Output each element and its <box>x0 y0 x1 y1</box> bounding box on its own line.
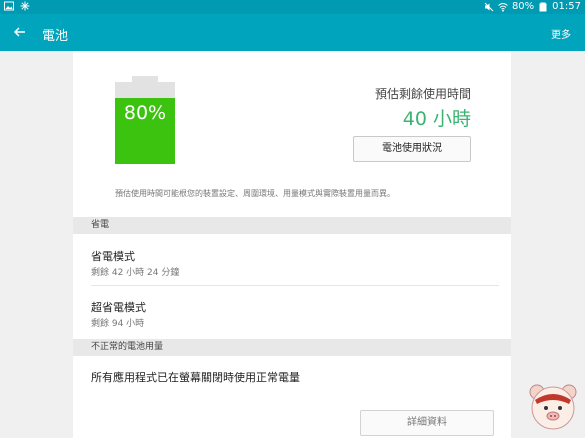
status-bar: 80% 01:57 <box>0 0 585 14</box>
abnormal-usage-header: 不正常的電池用量 <box>73 339 511 356</box>
power-saving-header: 省電 <box>73 217 511 234</box>
clock: 01:57 <box>552 1 581 12</box>
more-button[interactable]: 更多 <box>551 26 571 41</box>
power-saving-header-label: 省電 <box>91 220 110 230</box>
back-arrow-icon[interactable] <box>10 22 30 42</box>
power-saving-mode-title: 省電模式 <box>91 250 135 263</box>
estimate-label: 預估剩餘使用時間 <box>374 87 471 101</box>
mascot-watermark <box>529 384 577 430</box>
battery-level-label: 80% <box>123 102 167 124</box>
estimate-value: 40 小時 <box>402 108 471 130</box>
battery-percent-text: 80% <box>511 1 535 12</box>
abnormal-usage-header-label: 不正常的電池用量 <box>91 342 164 352</box>
estimate-disclaimer: 預估使用時間可能根您的裝置設定、周圍環境、用量模式與實際裝置用量而異。 <box>115 189 395 198</box>
power-saving-mode-item[interactable]: 省電模式 剩餘 42 小時 24 分鐘 <box>73 234 511 285</box>
battery-card: 80% 預估剩餘使用時間 40 小時 電池使用狀況 預估使用時間可能根您的裝置設… <box>73 51 511 438</box>
ultra-power-saving-mode-subtitle: 剩餘 94 小時 <box>91 319 145 329</box>
app-bar: 電池 更多 <box>0 14 585 51</box>
abnormal-usage-message: 所有應用程式已在螢幕關閉時使用正常電量 <box>91 371 300 384</box>
battery-graphic: 80% <box>115 76 175 164</box>
battery-icon <box>539 2 547 11</box>
ultra-power-saving-mode-item[interactable]: 超省電模式 剩餘 94 小時 <box>73 286 511 339</box>
battery-usage-button[interactable]: 電池使用狀況 <box>353 136 471 162</box>
mute-icon <box>484 2 494 11</box>
wifi-icon <box>498 2 508 12</box>
details-button[interactable]: 詳細資料 <box>360 410 494 436</box>
image-notification-icon <box>4 1 14 11</box>
page-title: 電池 <box>42 29 69 44</box>
power-saving-mode-subtitle: 剩餘 42 小時 24 分鐘 <box>91 268 180 278</box>
ultra-power-saving-mode-title: 超省電模式 <box>91 301 146 314</box>
snowflake-icon <box>20 1 30 11</box>
